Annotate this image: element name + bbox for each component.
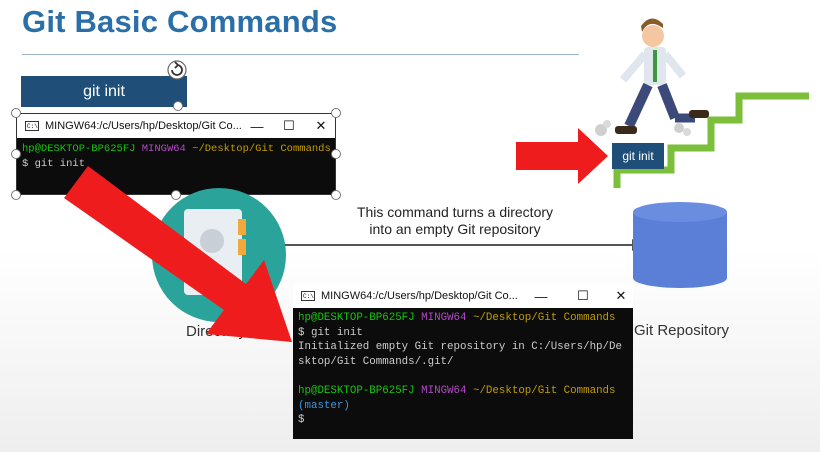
output-line-2: sktop/Git Commands/.git/	[298, 355, 454, 368]
prompt-path: ~/Desktop/Git Commands	[472, 384, 616, 397]
large-terminal-titlebar[interactable]: C:\ MINGW64:/c/Users/hp/Desktop/Git Co..…	[293, 284, 633, 308]
slide-background: Git Basic Commands git init C:\ MINGW64:…	[0, 0, 820, 452]
command-line: $ git init	[298, 326, 363, 339]
large-terminal-title: MINGW64:/c/Users/hp/Desktop/Git Co...	[321, 290, 518, 302]
minimize-button[interactable]: —	[526, 284, 556, 308]
large-terminal-window[interactable]: C:\ MINGW64:/c/Users/hp/Desktop/Git Co..…	[293, 284, 633, 439]
maximize-button[interactable]: ☐	[568, 284, 598, 308]
prompt-env: MINGW64	[421, 384, 467, 397]
cursor-line[interactable]: $	[298, 414, 304, 426]
output-line-1: Initialized empty Git repository in C:/U…	[298, 341, 622, 354]
branch-indicator: (master)	[298, 399, 350, 412]
prompt-user: hp@DESKTOP-BP625FJ	[298, 384, 415, 397]
prompt-path: ~/Desktop/Git Commands	[472, 312, 616, 324]
large-terminal-body: hp@DESKTOP-BP625FJ MINGW64 ~/Desktop/Git…	[293, 308, 633, 431]
close-button[interactable]: ✕	[606, 284, 636, 308]
prompt-user: hp@DESKTOP-BP625FJ	[298, 312, 415, 324]
prompt-env: MINGW64	[421, 312, 467, 324]
terminal-app-icon: C:\	[301, 291, 315, 301]
